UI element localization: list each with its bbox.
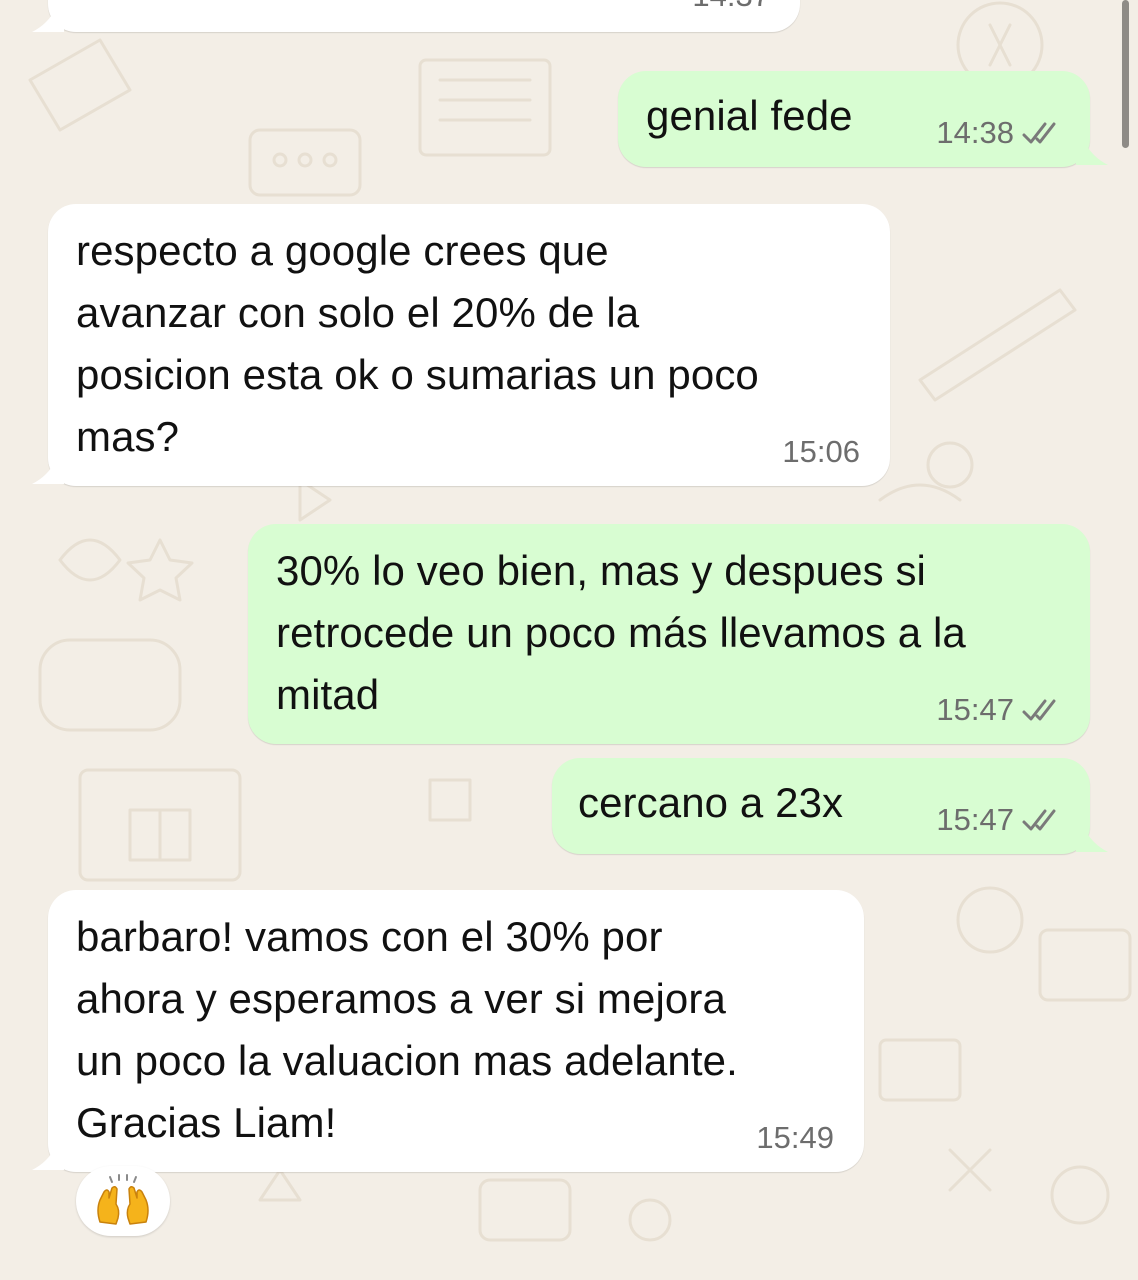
message-text: 30% lo veo bien, mas y despues si retroc… [276, 547, 966, 718]
message-meta: 15:47 [936, 690, 1064, 730]
double-check-icon [1022, 699, 1056, 721]
message-time: 14:37 [692, 0, 770, 14]
message-text: respecto a google crees que avanzar con … [76, 227, 759, 460]
scrollbar[interactable] [1122, 0, 1129, 148]
double-check-icon [1022, 809, 1056, 831]
message-time: 15:47 [936, 802, 1014, 837]
message-bubble-outgoing[interactable]: cercano a 23x 15:47 [552, 758, 1090, 854]
message-bubble-outgoing[interactable]: 30% lo veo bien, mas y despues si retroc… [248, 524, 1090, 744]
bubble-tail [1076, 828, 1108, 852]
message-text: barbaro! vamos con el 30% por ahora y es… [76, 913, 738, 1146]
message-meta: 15:06 [782, 432, 860, 472]
double-check-icon [1022, 122, 1056, 144]
message-text: genial fede [646, 92, 853, 139]
bubble-tail [32, 460, 64, 484]
message-time: 14:38 [936, 115, 1014, 150]
message-time: 15:47 [936, 692, 1014, 727]
message-reaction[interactable] [76, 1166, 170, 1236]
message-meta: 14:37 [692, 0, 770, 16]
message-meta: 14:38 [936, 113, 1064, 153]
message-meta: 15:47 [936, 800, 1064, 840]
bubble-tail [32, 8, 64, 32]
message-time: 15:49 [756, 1120, 834, 1155]
message-time: 15:06 [782, 434, 860, 469]
message-bubble-incoming[interactable]: barbaro! vamos con el 30% por ahora y es… [48, 890, 864, 1172]
message-bubble-incoming[interactable]: respecto a google crees que avanzar con … [48, 204, 890, 486]
message-text: cercano a 23x [578, 779, 844, 826]
bubble-tail [1076, 141, 1108, 165]
message-bubble-incoming[interactable]: 14:37 [48, 0, 800, 32]
message-bubble-outgoing[interactable]: genial fede 14:38 [618, 71, 1090, 167]
message-meta: 15:49 [756, 1118, 834, 1158]
bubble-tail [32, 1146, 64, 1170]
raising-hands-emoji [97, 1174, 149, 1225]
